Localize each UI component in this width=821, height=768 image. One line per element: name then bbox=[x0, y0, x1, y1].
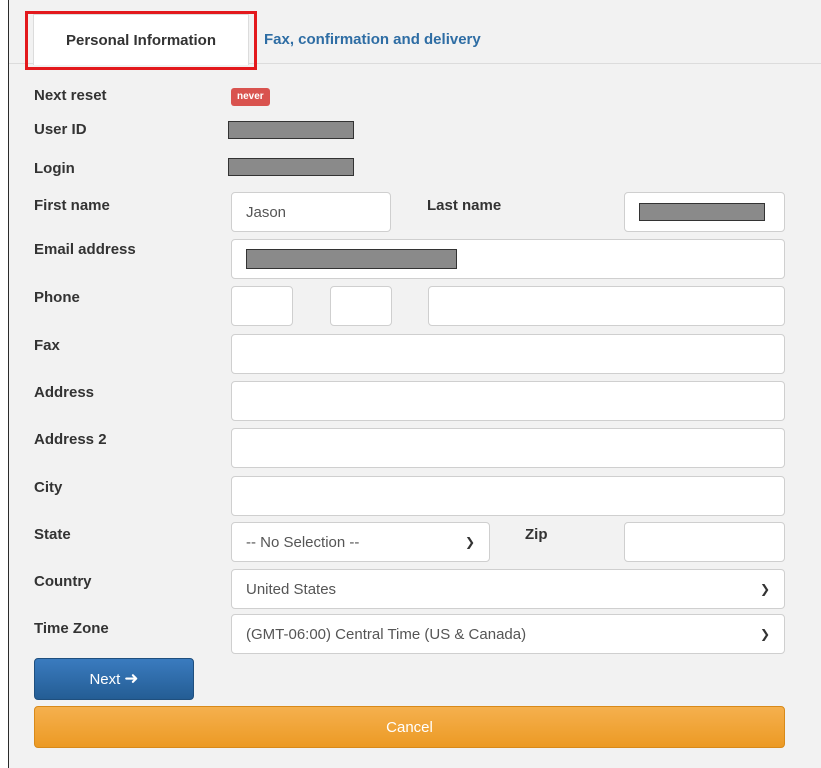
chevron-down-icon: ❯ bbox=[759, 582, 770, 596]
first-name-input[interactable]: Jason bbox=[231, 192, 391, 232]
phone-area-code-input[interactable] bbox=[231, 286, 293, 326]
next-button[interactable]: Next ➜ bbox=[34, 658, 194, 700]
time-zone-label: Time Zone bbox=[34, 620, 109, 637]
next-button-label: Next bbox=[89, 670, 121, 688]
first-name-value: Jason bbox=[246, 203, 287, 221]
login-label: Login bbox=[34, 160, 75, 177]
next-reset-badge: never bbox=[231, 88, 270, 106]
user-id-redacted-value bbox=[228, 121, 354, 139]
phone-label: Phone bbox=[34, 289, 80, 306]
zip-input[interactable] bbox=[624, 522, 785, 562]
country-label: Country bbox=[34, 573, 92, 590]
country-selected-value: United States bbox=[246, 580, 337, 598]
tab-personal-information-label: Personal Information bbox=[65, 31, 217, 49]
tab-personal-information[interactable]: Personal Information bbox=[33, 14, 249, 65]
time-zone-selected-value: (GMT-06:00) Central Time (US & Canada) bbox=[246, 625, 527, 643]
address2-input[interactable] bbox=[231, 428, 785, 468]
user-id-label: User ID bbox=[34, 121, 87, 138]
chevron-down-icon: ❯ bbox=[759, 627, 770, 641]
country-select[interactable]: United States ❯ bbox=[231, 569, 785, 609]
arrow-right-icon: ➜ bbox=[124, 669, 139, 688]
email-label: Email address bbox=[34, 241, 136, 258]
email-redacted-value bbox=[246, 249, 457, 269]
tab-bar: Personal Information Fax, confirmation a… bbox=[9, 0, 821, 70]
time-zone-select[interactable]: (GMT-06:00) Central Time (US & Canada) ❯ bbox=[231, 614, 785, 654]
fax-label: Fax bbox=[34, 337, 60, 354]
chevron-down-icon: ❯ bbox=[464, 535, 475, 549]
form-panel: Personal Information Fax, confirmation a… bbox=[8, 0, 821, 768]
last-name-redacted-value bbox=[639, 203, 765, 221]
phone-line-number-input[interactable] bbox=[428, 286, 785, 326]
city-input[interactable] bbox=[231, 476, 785, 516]
last-name-label: Last name bbox=[427, 197, 502, 214]
address-label: Address bbox=[34, 384, 95, 401]
next-reset-label: Next reset bbox=[34, 87, 107, 104]
cancel-button[interactable]: Cancel bbox=[34, 706, 785, 748]
state-selected-value: -- No Selection -- bbox=[246, 533, 360, 551]
phone-prefix-input[interactable] bbox=[330, 286, 392, 326]
address2-label: Address 2 bbox=[34, 431, 107, 448]
city-label: City bbox=[34, 479, 63, 496]
first-name-label: First name bbox=[34, 197, 110, 214]
cancel-button-label: Cancel bbox=[386, 718, 433, 736]
fax-input[interactable] bbox=[231, 334, 785, 374]
last-name-input[interactable] bbox=[624, 192, 785, 232]
zip-label: Zip bbox=[525, 526, 548, 543]
login-redacted-value bbox=[228, 158, 354, 176]
state-label: State bbox=[34, 526, 71, 543]
email-input[interactable] bbox=[231, 239, 785, 279]
tab-fax-confirmation-delivery[interactable]: Fax, confirmation and delivery bbox=[264, 31, 481, 48]
address-input[interactable] bbox=[231, 381, 785, 421]
state-select[interactable]: -- No Selection -- ❯ bbox=[231, 522, 490, 562]
